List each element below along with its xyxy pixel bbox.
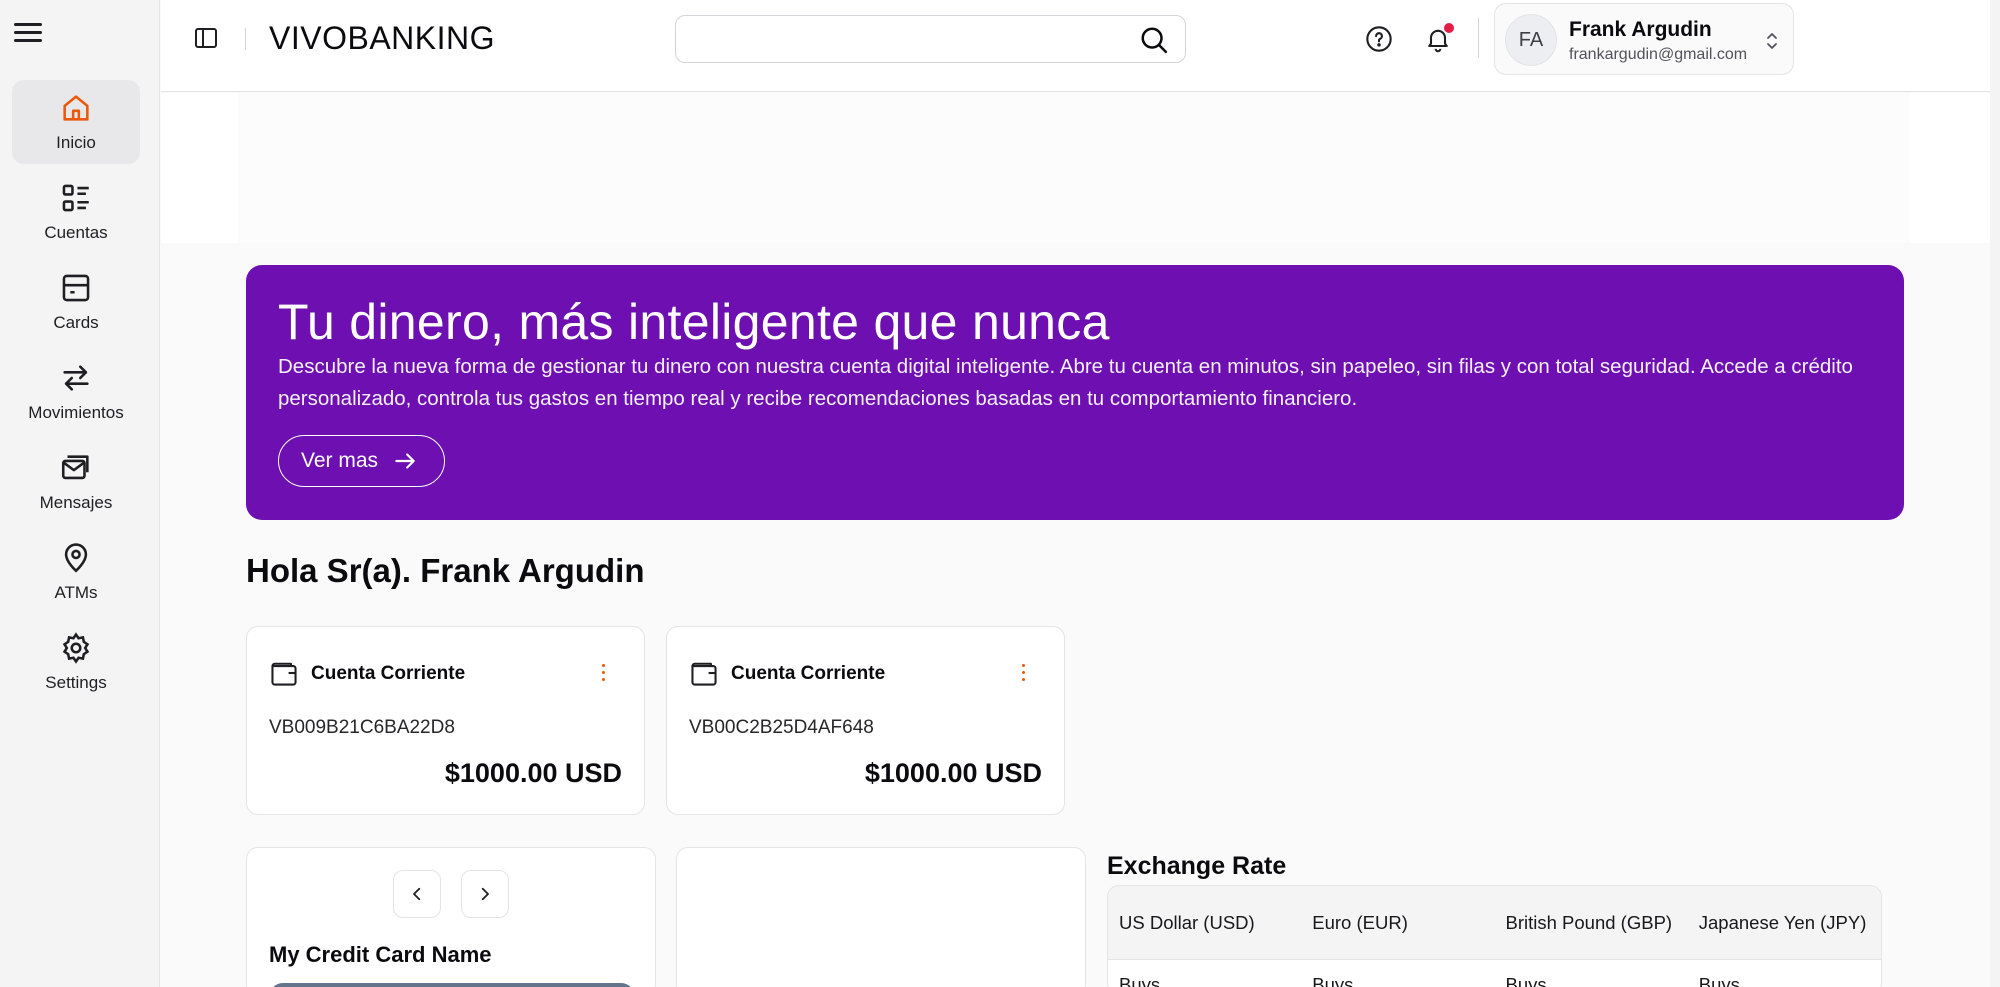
table-cell: Buys [1119,974,1161,987]
user-name: Frank Argudin [1569,18,1712,41]
account-type: Cuenta Corriente [311,663,466,684]
placeholder-area [238,93,1910,243]
table-cell: Buys [1505,974,1547,987]
search-input[interactable] [688,24,1118,54]
mail-icon [61,455,89,480]
home-icon [63,95,89,121]
exchange-rate-table: US Dollar (USD) Euro (EUR) British Pound… [1107,885,1882,987]
user-email: frankargudin@gmail.com [1569,46,1748,63]
banner-title: Tu dinero, más inteligente que nunca [278,294,1110,350]
account-balance: $1000.00 USD [444,758,622,788]
exchange-rate-title: Exchange Rate [1107,852,1287,880]
sidebar-item-movimientos[interactable]: Movimientos [12,350,140,434]
user-menu[interactable]: FA Frank Argudin frankargudin@gmail.com [1494,3,1794,75]
sidebar-item-label: Movimientos [28,403,124,422]
help-icon[interactable] [1365,25,1393,53]
sidebar-nav: Inicio Cuentas Cards Movimientos Mensaje… [12,80,140,710]
sidebar-item-cuentas[interactable]: Cuentas [12,170,140,254]
table-row: Buys Buys Buys Buys [1108,960,1881,987]
wallet-icon [691,662,717,686]
chevron-left-icon [413,887,421,901]
chevron-updown-icon [1767,33,1777,49]
page-scrollbar[interactable] [1990,0,2000,987]
search-icon[interactable] [1139,25,1169,55]
empty-panel [676,847,1086,987]
table-cell: Buys [1312,974,1354,987]
divider [1478,18,1479,58]
sidebar-item-label: Mensajes [39,493,113,512]
credit-card-panel: My Credit Card Name [246,847,656,987]
ver-mas-button[interactable]: Ver mas [278,435,445,487]
hamburger-menu-icon[interactable] [14,20,42,46]
avatar: FA [1505,14,1557,66]
chevron-right-icon [481,887,489,901]
gear-icon [62,632,90,664]
sidebar-item-label: Settings [45,673,107,692]
account-balance: $1000.00 USD [864,758,1042,788]
account-number: VB009B21C6BA22D8 [269,717,455,738]
column-header: British Pound (GBP) [1505,911,1673,933]
ver-mas-label: Ver mas [301,449,379,472]
card-icon [62,274,90,302]
next-card-button[interactable] [461,870,509,918]
divider [245,28,246,50]
sidebar-item-settings[interactable]: Settings [12,620,140,704]
account-number: VB00C2B25D4AF648 [689,717,874,738]
promo-banner: Tu dinero, más inteligente que nunca Des… [246,265,1904,520]
sidebar-item-cards[interactable]: Cards [12,260,140,344]
account-card[interactable]: Cuenta Corriente VB00C2B25D4AF648 $1000.… [666,626,1065,815]
table-header: US Dollar (USD) Euro (EUR) British Pound… [1108,886,1881,960]
arrow-right-icon [395,453,415,469]
arrows-icon [63,365,89,391]
column-header: Japanese Yen (JPY) [1698,911,1867,933]
brand-title: VIVOBANKING [269,20,495,56]
account-card[interactable]: Cuenta Corriente VB009B21C6BA22D8 $1000.… [246,626,645,815]
sidebar: Inicio Cuentas Cards Movimientos Mensaje… [0,0,160,987]
sidebar-item-mensajes[interactable]: Mensajes [12,440,140,524]
prev-card-button[interactable] [393,870,441,918]
search-box[interactable] [675,15,1186,63]
list-icon [62,184,89,212]
notification-dot [1444,23,1454,33]
sidebar-item-label: Cuentas [44,223,108,242]
sidebar-item-inicio[interactable]: Inicio [12,80,140,164]
column-header: US Dollar (USD) [1119,911,1255,933]
wallet-icon [271,662,297,686]
sidebar-toggle-icon[interactable] [195,28,217,48]
sidebar-item-atms[interactable]: ATMs [12,530,140,614]
column-header: Euro (EUR) [1312,911,1408,933]
sidebar-item-label: Cards [53,313,99,332]
sidebar-item-label: Inicio [56,133,96,152]
sidebar-item-label: ATMs [54,583,98,602]
credit-card-visual[interactable] [269,983,635,987]
more-options-icon[interactable] [600,664,606,686]
map-pin-icon [64,543,88,573]
table-cell: Buys [1698,974,1740,987]
greeting: Hola Sr(a). Frank Argudin [246,552,645,589]
account-type: Cuenta Corriente [731,663,886,684]
more-options-icon[interactable] [1020,664,1026,686]
banner-text: Descubre la nueva forma de gestionar tu … [278,355,1853,410]
credit-card-name: My Credit Card Name [269,942,492,967]
